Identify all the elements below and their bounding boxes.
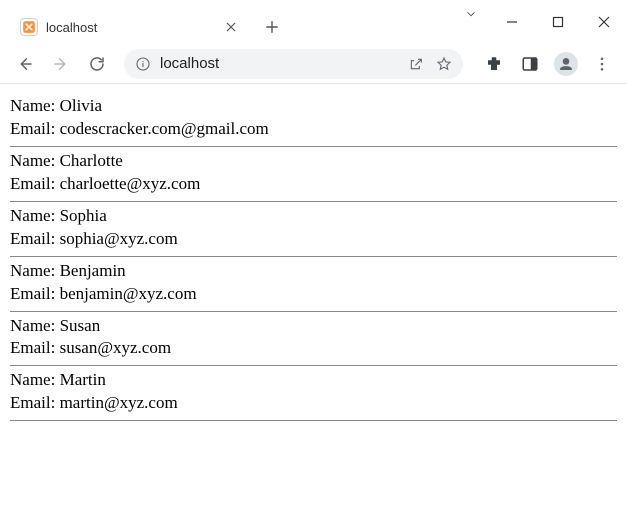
name-row: Name: Benjamin [10,260,617,283]
new-tab-button[interactable] [258,13,286,41]
name-label: Name: [10,206,55,225]
name-value: Benjamin [55,261,125,280]
name-value: Sophia [55,206,106,225]
name-label: Name: [10,316,55,335]
reload-button[interactable] [82,49,112,79]
browser-window: localhost [0,0,627,527]
tab-title: localhost [46,20,214,35]
list-item: Name: BenjaminEmail: benjamin@xyz.com [10,257,617,312]
page-content: Name: OliviaEmail: codescracker.com@gmai… [0,84,627,527]
star-icon[interactable] [435,55,453,73]
email-label: Email: [10,393,55,412]
maximize-button[interactable] [535,8,581,36]
minimize-button[interactable] [489,8,535,36]
toolbar: localhost [0,44,627,84]
email-row: Email: codescracker.com@gmail.com [10,118,617,141]
site-info-icon[interactable] [134,55,152,73]
name-value: Martin [55,370,106,389]
email-row: Email: susan@xyz.com [10,337,617,360]
list-item: Name: OliviaEmail: codescracker.com@gmai… [10,92,617,147]
close-window-button[interactable] [581,8,627,36]
email-value: codescracker.com@gmail.com [55,119,268,138]
xampp-favicon [20,18,38,36]
email-value: susan@xyz.com [55,338,171,357]
back-button[interactable] [10,49,40,79]
email-label: Email: [10,174,55,193]
name-label: Name: [10,261,55,280]
name-label: Name: [10,370,55,389]
url-text: localhost [160,55,399,72]
name-label: Name: [10,96,55,115]
name-value: Charlotte [55,151,123,170]
email-row: Email: charloette@xyz.com [10,173,617,196]
profile-avatar[interactable] [551,49,581,79]
forward-button[interactable] [46,49,76,79]
address-bar[interactable]: localhost [124,49,463,79]
tab-strip: localhost [0,0,286,44]
email-value: charloette@xyz.com [55,174,200,193]
name-value: Olivia [55,96,102,115]
name-row: Name: Sophia [10,205,617,228]
extensions-icon[interactable] [479,49,509,79]
window-controls [489,0,627,44]
email-row: Email: benjamin@xyz.com [10,283,617,306]
list-item: Name: SophiaEmail: sophia@xyz.com [10,202,617,257]
email-value: benjamin@xyz.com [55,284,196,303]
email-row: Email: martin@xyz.com [10,392,617,415]
email-label: Email: [10,119,55,138]
email-value: sophia@xyz.com [55,229,177,248]
share-icon[interactable] [407,55,425,73]
list-item: Name: MartinEmail: martin@xyz.com [10,366,617,421]
name-row: Name: Charlotte [10,150,617,173]
sidepanel-icon[interactable] [515,49,545,79]
name-row: Name: Olivia [10,95,617,118]
email-value: martin@xyz.com [55,393,177,412]
name-label: Name: [10,151,55,170]
search-tabs-button[interactable] [453,0,489,28]
toolbar-actions [479,49,617,79]
titlebar: localhost [0,0,627,44]
list-item: Name: CharlotteEmail: charloette@xyz.com [10,147,617,202]
name-value: Susan [55,316,100,335]
email-label: Email: [10,284,55,303]
tab-close-button[interactable] [222,18,240,36]
avatar-icon [554,52,578,76]
email-label: Email: [10,338,55,357]
email-row: Email: sophia@xyz.com [10,228,617,251]
browser-tab[interactable]: localhost [10,10,250,44]
name-row: Name: Susan [10,315,617,338]
list-item: Name: SusanEmail: susan@xyz.com [10,312,617,367]
email-label: Email: [10,229,55,248]
name-row: Name: Martin [10,369,617,392]
menu-button[interactable] [587,49,617,79]
